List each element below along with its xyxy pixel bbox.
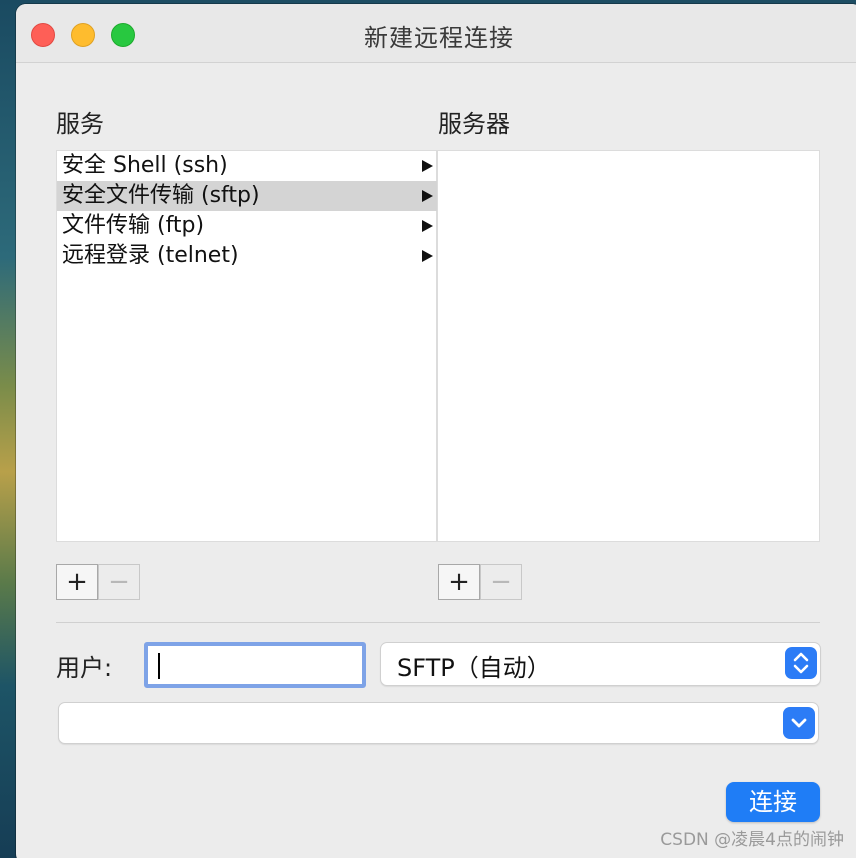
service-item-label: 远程登录 (telnet) (62, 243, 239, 268)
triangle-right-icon (422, 190, 433, 202)
server-combo-box[interactable] (58, 702, 819, 744)
services-heading: 服务 (56, 110, 104, 138)
service-item-ftp[interactable]: 文件传输 (ftp) (57, 211, 437, 241)
user-input[interactable] (144, 642, 366, 688)
service-item-telnet[interactable]: 远程登录 (telnet) (57, 241, 437, 271)
add-server-button[interactable]: + (438, 564, 480, 600)
title-bar: 新建远程连接 (16, 4, 856, 63)
user-label: 用户: (56, 654, 113, 682)
connect-button[interactable]: 连接 (726, 782, 820, 822)
service-item-label: 安全 Shell (ssh) (62, 153, 228, 178)
new-remote-connection-window: 新建远程连接 服务 服务器 安全 Shell (ssh) 安全文件传输 (sft… (16, 4, 856, 858)
chevron-up-down-icon[interactable] (785, 647, 817, 679)
service-item-ssh[interactable]: 安全 Shell (ssh) (57, 151, 437, 181)
protocol-select-value: SFTP（自动） (397, 654, 551, 682)
remove-server-button[interactable]: − (480, 564, 522, 600)
chevron-down-icon[interactable] (783, 707, 815, 739)
servers-heading: 服务器 (438, 110, 510, 138)
triangle-right-icon (422, 250, 433, 262)
add-service-button[interactable]: + (56, 564, 98, 600)
text-caret (158, 653, 160, 679)
service-item-label: 安全文件传输 (sftp) (62, 183, 260, 208)
services-list[interactable]: 安全 Shell (ssh) 安全文件传输 (sftp) 文件传输 (ftp) … (56, 150, 437, 542)
servers-list[interactable] (437, 150, 820, 542)
watermark-text: CSDN @凌晨4点的闹钟 (660, 830, 844, 850)
service-item-sftp[interactable]: 安全文件传输 (sftp) (57, 181, 437, 211)
triangle-right-icon (422, 220, 433, 232)
section-divider (56, 622, 820, 623)
remove-service-button[interactable]: − (98, 564, 140, 600)
window-title: 新建远程连接 (364, 24, 514, 52)
service-item-label: 文件传输 (ftp) (62, 213, 205, 238)
triangle-right-icon (422, 160, 433, 172)
protocol-select[interactable]: SFTP（自动） (380, 642, 821, 686)
